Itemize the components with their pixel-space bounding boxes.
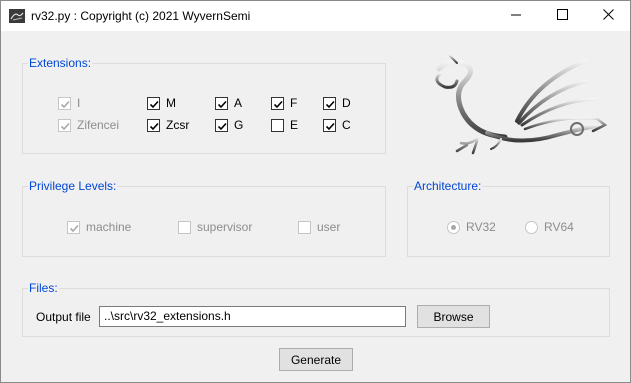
wyvern-dragon-logo: [427, 51, 608, 159]
priv-label-machine: machine: [86, 220, 132, 234]
output-file-label: Output file: [36, 310, 91, 324]
checkbox-box: [215, 96, 228, 110]
checkbox-box: [271, 96, 284, 110]
checkmark-icon: [217, 100, 227, 108]
priv-label-user: user: [317, 220, 341, 234]
ext-label-e: E: [290, 118, 299, 132]
checkmark-icon: [149, 100, 159, 108]
priv-checkbox-machine[interactable]: machine: [67, 220, 131, 234]
close-icon: [602, 9, 614, 23]
ext-label-i: I: [77, 96, 81, 110]
maximize-button[interactable]: [539, 1, 585, 31]
architecture-group-title: Architecture:: [413, 179, 483, 193]
checkmark-icon: [325, 122, 335, 130]
ext-label-m: M: [166, 96, 176, 110]
checkmark-icon: [60, 100, 70, 108]
app-window: rv32.py : Copyright (c) 2021 WyvernSemi …: [0, 0, 631, 383]
checkmark-icon: [60, 122, 70, 130]
ext-checkbox-m[interactable]: M: [147, 96, 176, 110]
ext-checkbox-d[interactable]: D: [323, 96, 351, 110]
arch-radio-rv64[interactable]: RV64: [525, 220, 574, 234]
ext-label-a: A: [234, 96, 243, 110]
ext-label-d: D: [342, 96, 351, 110]
radio-circle: [525, 220, 538, 234]
checkbox-box: [67, 220, 80, 234]
app-icon: [9, 9, 25, 23]
browse-button[interactable]: Browse: [417, 305, 490, 328]
ext-label-g: G: [234, 118, 244, 132]
checkbox-box: [323, 118, 336, 132]
radio-circle: [447, 220, 460, 234]
output-file-input[interactable]: ..\src\rv32_extensions.h: [99, 306, 406, 327]
checkmark-icon: [273, 100, 283, 108]
minimize-button[interactable]: [493, 1, 539, 31]
checkbox-box: [215, 118, 228, 132]
ext-checkbox-zifencei[interactable]: Zifencei: [58, 118, 119, 132]
priv-label-supervisor: supervisor: [197, 220, 253, 234]
checkbox-box: [298, 220, 311, 234]
extensions-group-title: Extensions:: [28, 56, 93, 70]
checkbox-box: [147, 96, 160, 110]
title-bar: rv32.py : Copyright (c) 2021 WyvernSemi: [1, 1, 630, 31]
ext-checkbox-g[interactable]: G: [215, 118, 243, 132]
checkmark-icon: [149, 122, 159, 130]
checkbox-box: [58, 118, 71, 132]
radio-dot: [451, 224, 456, 230]
checkbox-box: [323, 96, 336, 110]
generate-button[interactable]: Generate: [279, 348, 353, 371]
arch-label-rv32: RV32: [466, 220, 496, 234]
ext-checkbox-f[interactable]: F: [271, 96, 297, 110]
priv-checkbox-supervisor[interactable]: supervisor: [178, 220, 252, 234]
close-button[interactable]: [585, 1, 631, 31]
checkmark-icon: [325, 100, 335, 108]
checkmark-icon: [69, 224, 79, 232]
ext-checkbox-i[interactable]: I: [58, 96, 80, 110]
ext-label-f: F: [290, 96, 298, 110]
minimize-icon: [511, 9, 521, 23]
ext-label-zifencei: Zifencei: [77, 118, 120, 132]
files-group-title: Files:: [28, 281, 59, 295]
arch-label-rv64: RV64: [544, 220, 574, 234]
priv-checkbox-user[interactable]: user: [298, 220, 340, 234]
arch-radio-rv32[interactable]: RV32: [447, 220, 496, 234]
checkbox-box: [58, 96, 71, 110]
checkmark-icon: [217, 122, 227, 130]
ext-checkbox-a[interactable]: A: [215, 96, 242, 110]
ext-label-c: C: [342, 118, 351, 132]
maximize-icon: [556, 9, 568, 23]
architecture-group: [407, 186, 610, 257]
ext-label-zcsr: Zcsr: [166, 118, 190, 132]
ext-checkbox-e[interactable]: E: [271, 118, 298, 132]
checkbox-box: [147, 118, 160, 132]
window-title: rv32.py : Copyright (c) 2021 WyvernSemi: [31, 9, 251, 23]
checkbox-box: [271, 118, 284, 132]
checkbox-box: [178, 220, 191, 234]
ext-checkbox-c[interactable]: C: [323, 118, 351, 132]
privilege-group-title: Privilege Levels:: [28, 179, 118, 193]
ext-checkbox-zcsr[interactable]: Zcsr: [147, 118, 189, 132]
